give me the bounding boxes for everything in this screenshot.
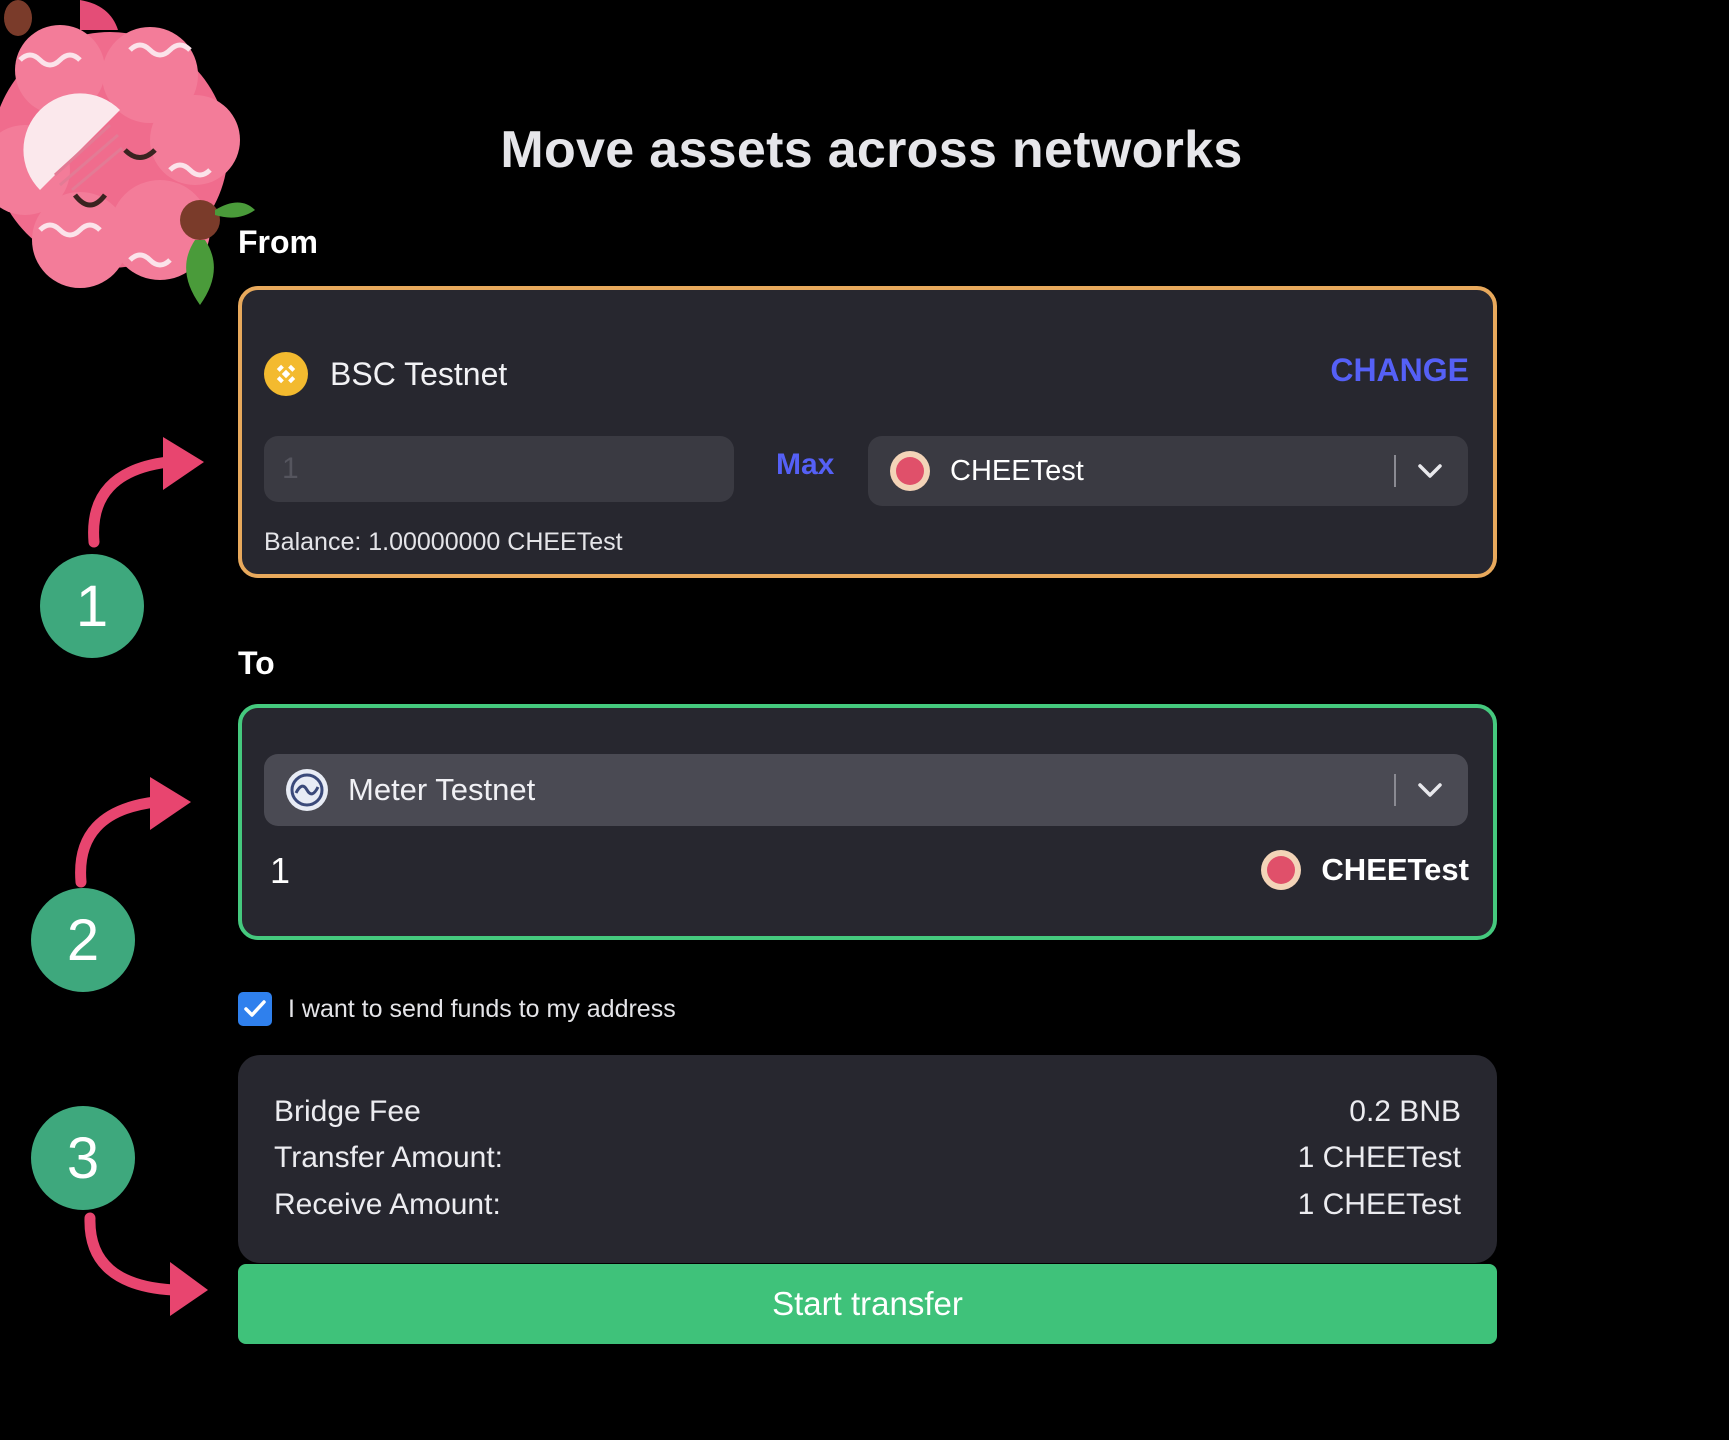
cheetest-token-icon — [890, 451, 930, 491]
to-network-select[interactable]: Meter Testnet — [264, 754, 1468, 826]
from-network-name: BSC Testnet — [330, 355, 508, 392]
summary-row: Receive Amount: 1 CHEETest — [274, 1188, 1461, 1222]
step-3-badge: 3 — [31, 1106, 135, 1210]
curved-arrow-icon — [84, 1212, 208, 1316]
from-label: From — [238, 224, 318, 260]
to-token-row: CHEETest — [1261, 850, 1469, 890]
from-token-name: CHEETest — [950, 454, 1084, 487]
chevron-down-icon[interactable] — [1414, 774, 1446, 806]
summary-value: 1 CHEETest — [1297, 1141, 1461, 1174]
bnb-icon — [264, 352, 308, 396]
summary-row: Bridge Fee 0.2 BNB — [274, 1095, 1461, 1129]
chevron-down-icon[interactable] — [1414, 455, 1446, 487]
cheetest-token-icon — [1261, 850, 1302, 890]
summary-value: 0.2 BNB — [1349, 1095, 1461, 1128]
transfer-summary-card: Bridge Fee 0.2 BNB Transfer Amount: 1 CH… — [238, 1055, 1497, 1263]
to-card: Meter Testnet 1 CHEETest — [238, 704, 1497, 940]
checkmark-icon — [244, 1000, 266, 1017]
to-network-name: Meter Testnet — [348, 772, 536, 807]
summary-value: 1 CHEETest — [1297, 1188, 1461, 1221]
from-amount-input[interactable] — [264, 436, 734, 502]
summary-row: Transfer Amount: 1 CHEETest — [274, 1141, 1461, 1175]
step-2-badge: 2 — [31, 888, 135, 992]
curved-arrow-icon — [75, 777, 191, 888]
send-to-my-address-checkbox[interactable] — [238, 992, 272, 1026]
from-card: BSC Testnet CHANGE Max CHEETest Balance:… — [238, 286, 1497, 578]
send-to-my-address-label[interactable]: I want to send funds to my address — [288, 995, 676, 1024]
page-title: Move assets across networks — [500, 121, 1243, 179]
summary-label: Receive Amount: — [274, 1188, 501, 1221]
to-token-name: CHEETest — [1321, 852, 1469, 887]
select-separator — [1394, 774, 1396, 806]
select-separator — [1394, 455, 1396, 487]
max-button[interactable]: Max — [776, 448, 834, 482]
step-1-badge: 1 — [40, 554, 144, 658]
to-label: To — [238, 645, 275, 681]
change-network-link[interactable]: CHANGE — [1330, 352, 1469, 389]
to-amount-value: 1 — [270, 850, 291, 891]
summary-label: Bridge Fee — [274, 1095, 421, 1128]
start-transfer-button[interactable]: Start transfer — [238, 1264, 1497, 1344]
from-token-select[interactable]: CHEETest — [868, 436, 1468, 506]
from-network-row: BSC Testnet — [264, 352, 507, 396]
from-balance: Balance: 1.00000000 CHEETest — [264, 528, 623, 556]
summary-label: Transfer Amount: — [274, 1141, 503, 1174]
meter-icon — [286, 769, 328, 811]
curved-arrow-icon — [88, 437, 204, 548]
